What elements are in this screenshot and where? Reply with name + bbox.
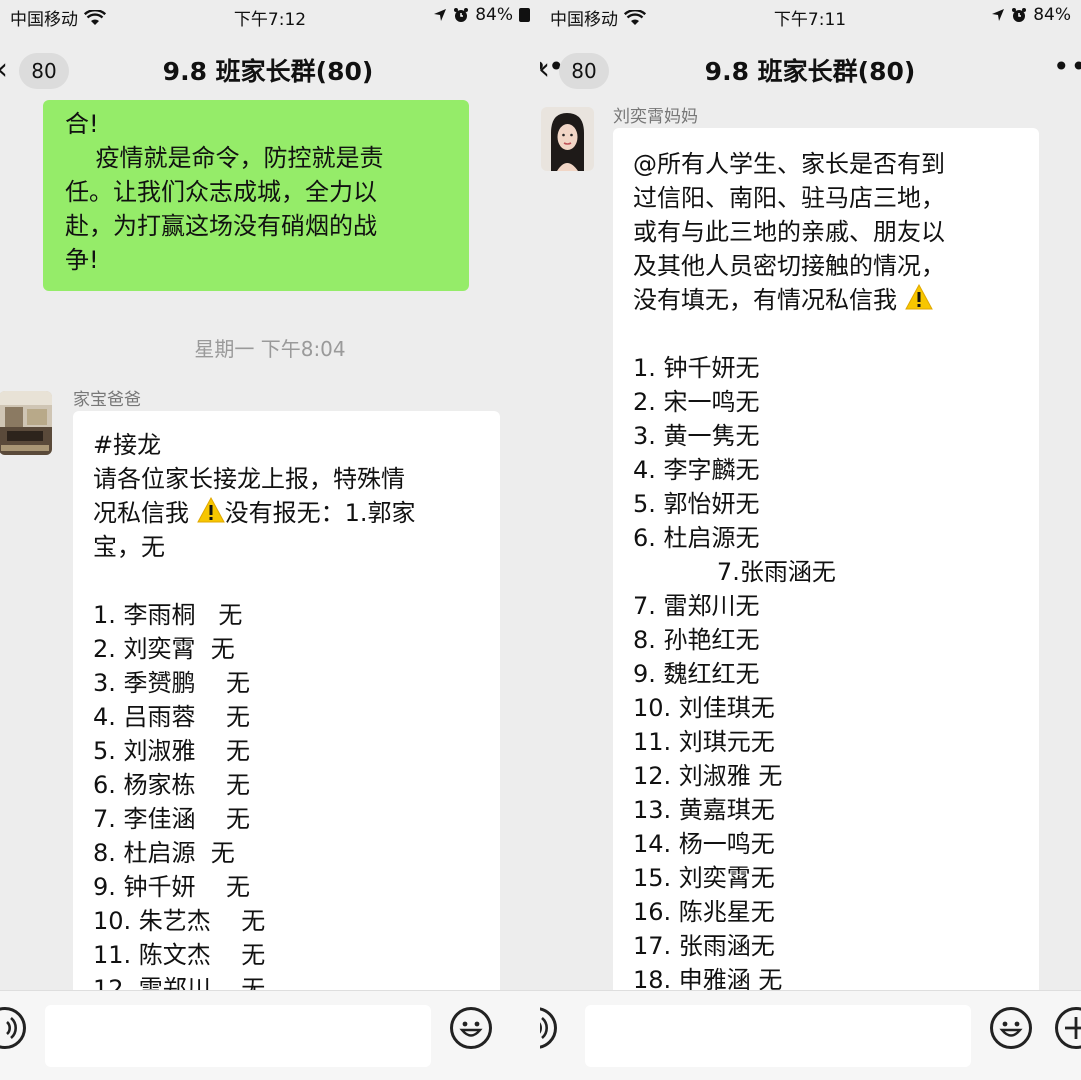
message-line: 过信阳、南阳、驻马店三地， (633, 184, 945, 212)
chat-title: 9.8 班家长群(80) (162, 57, 374, 86)
message-bubble[interactable]: #接龙 请各位家长接龙上报，特殊情 况私信我 没有报无：1.郭家 宝，无 1. … (73, 411, 500, 1011)
chat-nav-bar: ‹ 80 9.8 班家长群(80) (0, 36, 540, 102)
wifi-icon (84, 9, 106, 25)
message-line: 或有与此三地的亲戚、朋友以 (633, 218, 945, 246)
list-item: 8. 孙艳红无 (633, 626, 760, 654)
input-bar (540, 990, 1081, 1080)
message-line: 疫情就是命令，防控就是责 (65, 144, 384, 172)
status-time: 下午7:12 (233, 10, 307, 30)
list-item: 17. 张雨涵无 (633, 932, 775, 960)
message-line: 任。让我们众志成城，全力以 (65, 178, 377, 206)
list-item: 11. 刘琪元无 (633, 728, 775, 756)
carrier-label: 中国移动 (10, 10, 78, 30)
message-line: 宝，无 (93, 533, 165, 561)
input-bar (0, 990, 540, 1080)
emoji-icon[interactable] (990, 1007, 1032, 1049)
list-item: 7. 李佳涵 无 (93, 805, 251, 833)
message-text: 没有填无，有情况私信我 (633, 286, 897, 314)
message-line: #接龙 (93, 431, 162, 459)
list-item: 16. 陈兆星无 (633, 898, 775, 926)
voice-icon[interactable] (540, 1007, 557, 1049)
add-icon[interactable] (1055, 1007, 1081, 1049)
list-item: 15. 刘奕霄无 (633, 864, 775, 892)
list-item: 1. 李雨桐 无 (93, 601, 243, 629)
list-item: 7. 雷郑川无 (633, 592, 760, 620)
sender-name: 家宝爸爸 (73, 390, 141, 410)
message-line: 况私信我 没有报无：1.郭家 (93, 496, 500, 530)
location-icon (434, 9, 447, 21)
unread-badge[interactable]: 80 (559, 53, 609, 89)
alarm-icon (1012, 8, 1027, 22)
chat-nav-bar: ••• ‹ 80 9.8 班家长群(80) ••• (540, 36, 1081, 102)
list-item: 2. 刘奕霄 无 (93, 635, 235, 663)
message-input[interactable] (45, 1005, 431, 1067)
message-line: 赴，为打赢这场没有硝烟的战 (65, 212, 377, 240)
message-line: @所有人学生、家长是否有到 (633, 150, 945, 178)
warning-icon (196, 496, 225, 532)
battery-label: 84% (475, 5, 513, 25)
warning-icon (904, 283, 933, 319)
list-item: 7.张雨涵无 (633, 558, 836, 586)
message-line: 及其他人员密切接触的情况， (633, 252, 945, 280)
carrier-label: 中国移动 (550, 10, 618, 30)
avatar[interactable] (0, 391, 52, 455)
back-chevron-icon[interactable]: ‹ (0, 52, 8, 87)
list-item: 10. 朱艺杰 无 (93, 907, 266, 935)
avatar[interactable] (541, 107, 594, 171)
list-item: 6. 杜启源无 (633, 524, 760, 552)
list-item: 1. 钟千妍无 (633, 354, 760, 382)
wifi-icon (624, 9, 646, 25)
list-item: 12. 刘淑雅 无 (633, 762, 783, 790)
list-item: 9. 钟千妍 无 (93, 873, 251, 901)
emoji-icon[interactable] (450, 1007, 492, 1049)
list-item: 6. 杨家栋 无 (93, 771, 251, 799)
list-item: 9. 魏红红无 (633, 660, 760, 688)
list-item: 11. 陈文杰 无 (93, 941, 266, 969)
message-line: 请各位家长接龙上报，特殊情 (93, 465, 405, 493)
message-bubble[interactable]: @所有人学生、家长是否有到 过信阳、南阳、驻马店三地， 或有与此三地的亲戚、朋友… (613, 128, 1039, 1008)
chat-screenshot-right: 中国移动 下午7:11 84% ••• ‹ 80 9.8 班家长群(80) ••… (540, 0, 1081, 1080)
chat-screenshot-left: 中国移动 下午7:12 84% ‹ 80 9.8 班家长群(80) 合! 疫情就… (0, 0, 540, 1080)
list-item: 14. 杨一鸣无 (633, 830, 775, 858)
list-item: 13. 黄嘉琪无 (633, 796, 775, 824)
status-time: 下午7:11 (773, 10, 847, 30)
location-icon (992, 9, 1005, 21)
message-line: 争! (65, 246, 99, 274)
battery-icon (519, 8, 530, 22)
more-options-icon[interactable]: ••• (1053, 50, 1081, 83)
message-text: 没有报无：1.郭家 (224, 499, 416, 527)
list-item: 5. 刘淑雅 无 (93, 737, 251, 765)
unread-badge[interactable]: 80 (19, 53, 69, 89)
list-item: 3. 季赟鹏 无 (93, 669, 251, 697)
status-bar: 中国移动 下午7:11 84% (540, 0, 1081, 32)
alarm-icon (454, 8, 469, 22)
message-input[interactable] (585, 1005, 971, 1067)
back-chevron-icon[interactable]: ‹ (540, 52, 550, 87)
message-line: 合! (65, 110, 99, 138)
message-line: 没有填无，有情况私信我 (633, 283, 1039, 317)
list-item: 4. 李字麟无 (633, 456, 760, 484)
list-item: 4. 吕雨蓉 无 (93, 703, 251, 731)
list-item: 2. 宋一鸣无 (633, 388, 760, 416)
list-item: 5. 郭怡妍无 (633, 490, 760, 518)
list-item: 8. 杜启源 无 (93, 839, 235, 867)
sender-name: 刘奕霄妈妈 (613, 107, 698, 127)
chat-title: 9.8 班家长群(80) (704, 57, 916, 86)
voice-icon[interactable] (0, 1007, 26, 1049)
chat-timestamp: 星期一 下午8:04 (194, 337, 346, 361)
list-item: 10. 刘佳琪无 (633, 694, 775, 722)
status-bar: 中国移动 下午7:12 84% (0, 0, 540, 32)
message-text: 况私信我 (93, 499, 189, 527)
list-item: 3. 黄一隽无 (633, 422, 760, 450)
battery-label: 84% (1033, 5, 1071, 25)
own-message-bubble[interactable]: 合! 疫情就是命令，防控就是责 任。让我们众志成城，全力以 赴，为打赢这场没有硝… (43, 100, 469, 291)
